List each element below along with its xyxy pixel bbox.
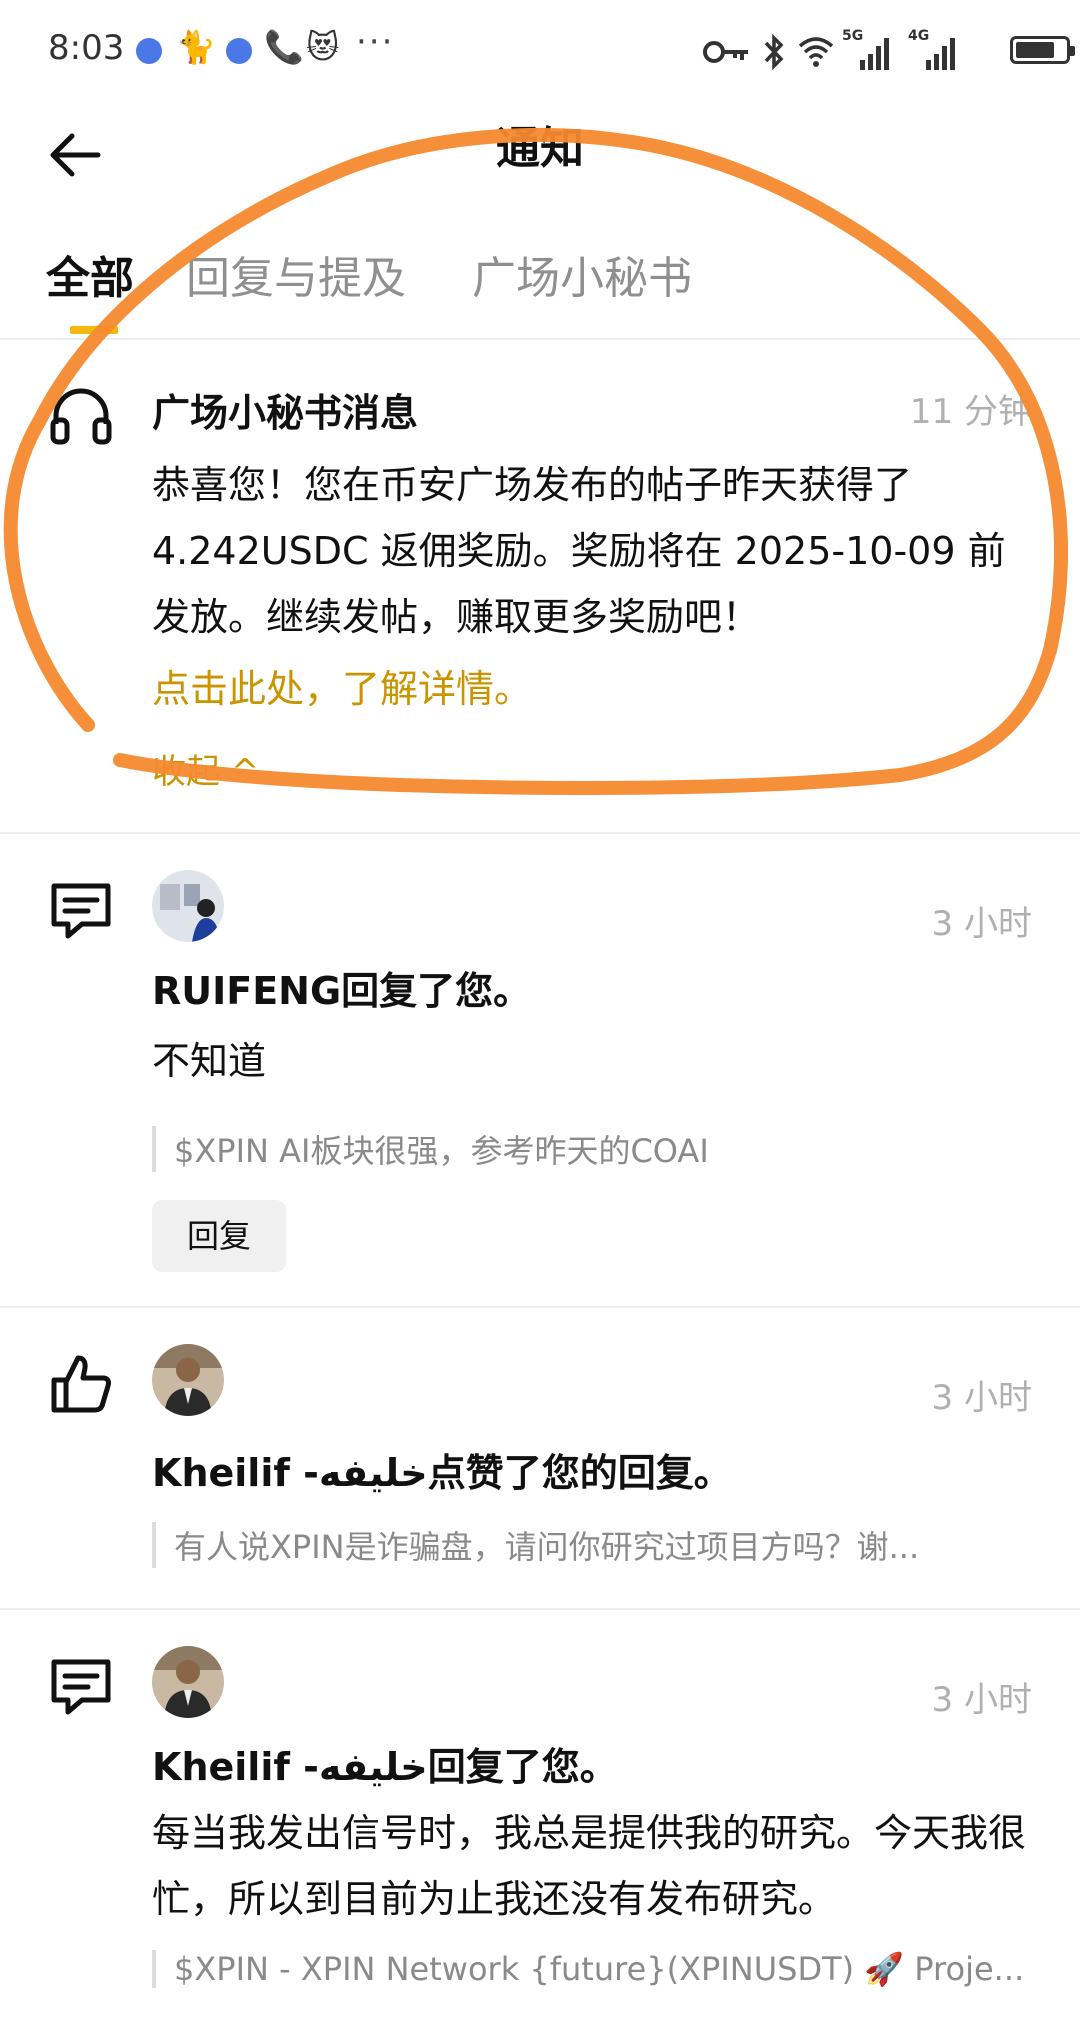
- status-bar: 8:03 🐈 📞 😻 ··· 5G 4G: [0, 0, 1080, 100]
- emoji-icon: 😻: [306, 28, 340, 66]
- notification-time: 11 分钟: [909, 392, 1032, 432]
- notification-title: RUIFENG回复了您。: [152, 969, 532, 1013]
- collapse-toggle[interactable]: 收起 ^: [152, 744, 259, 793]
- tab-square-assistant[interactable]: 广场小秘书: [472, 242, 692, 306]
- avatar[interactable]: [152, 1646, 224, 1718]
- phone-icon: 📞: [264, 28, 304, 66]
- page-title: 通知: [496, 123, 584, 174]
- notification-title: Kheilif -خليفه点赞了您的回复。: [152, 1451, 732, 1495]
- active-tab-indicator: [70, 326, 118, 334]
- cat-icon: 🐈: [176, 28, 216, 66]
- thumbs-up-icon: [51, 1355, 111, 1413]
- key-icon: [703, 41, 748, 63]
- tab-replies-mentions[interactable]: 回复与提及: [186, 242, 406, 306]
- tab-all[interactable]: 全部: [46, 242, 134, 306]
- headphones-icon: [50, 388, 112, 445]
- reply-button[interactable]: 回复: [152, 1200, 286, 1272]
- bluetooth-icon: [764, 33, 784, 71]
- notification-time: 3 小时: [931, 904, 1032, 944]
- notification-card[interactable]: 3 小时 RUIFENG回复了您。 不知道 $XPIN AI板块很强，参考昨天的…: [0, 834, 1080, 1308]
- status-time: 8:03: [48, 28, 125, 68]
- signal-icon: [926, 38, 955, 70]
- more-icon: ···: [356, 22, 395, 62]
- notification-time: 3 小时: [931, 1680, 1032, 1720]
- details-link[interactable]: 点击此处，了解详情。: [152, 658, 532, 713]
- notification-title: 广场小秘书消息: [152, 391, 419, 435]
- notification-body: 恭喜您！您在币安广场发布的帖子昨天获得了 4.242USDC 返佣奖励。奖励将在…: [152, 463, 1006, 639]
- avatar[interactable]: [152, 1344, 224, 1416]
- notification-card[interactable]: 3 小时 Kheilif -خليفه点赞了您的回复。 有人说XPIN是诈骗盘，…: [0, 1308, 1080, 1610]
- avatar[interactable]: [152, 870, 224, 942]
- notification-title: Kheilif -خليفه回复了您。: [152, 1745, 618, 1789]
- signal-icon: [860, 38, 889, 70]
- comment-icon: [51, 883, 111, 939]
- notification-card[interactable]: 广场小秘书消息 11 分钟 恭喜您！您在币安广场发布的帖子昨天获得了 4.242…: [0, 342, 1080, 834]
- notification-time: 3 小时: [931, 1378, 1032, 1418]
- app-notification-icon: [226, 38, 252, 64]
- quoted-post[interactable]: $XPIN AI板块很强，参考昨天的COAI: [152, 1126, 1032, 1172]
- reply-text: 每当我发出信号时，我总是提供我的研究。今天我很忙，所以到目前为止我还没有发布研究…: [152, 1811, 1027, 1921]
- tab-bar: 全部 回复与提及 广场小秘书: [0, 230, 1080, 340]
- comment-icon: [51, 1659, 111, 1715]
- reply-text: 不知道: [152, 1039, 267, 1083]
- quoted-post[interactable]: 有人说XPIN是诈骗盘，请问你研究过项目方吗？谢...: [152, 1522, 1032, 1568]
- battery-icon: [1010, 36, 1075, 64]
- notification-card[interactable]: 3 小时 Kheilif -خليفه回复了您。 每当我发出信号时，我总是提供我…: [0, 1610, 1080, 2040]
- wifi-icon: [798, 37, 834, 67]
- app-notification-icon: [136, 38, 162, 64]
- quoted-post[interactable]: $XPIN - XPIN Network {future}(XPINUSDT) …: [152, 1950, 1032, 1988]
